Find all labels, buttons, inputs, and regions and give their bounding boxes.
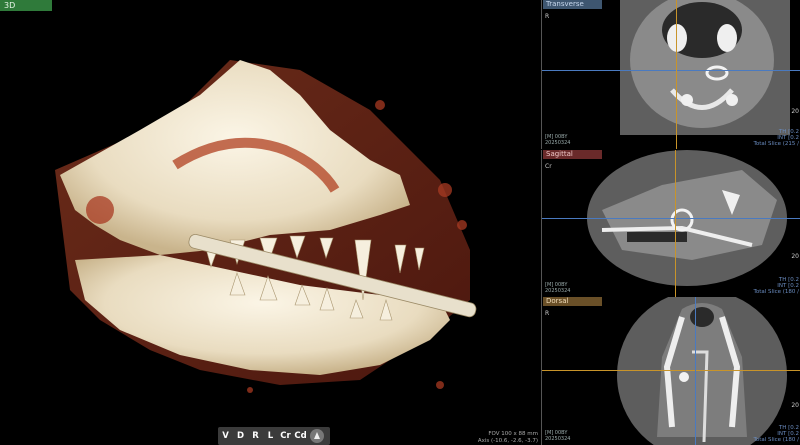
- orientation-label: Cr: [545, 163, 552, 170]
- transverse-viewport[interactable]: Transverse R 20 [M] 00BY 20250324 TH [0.…: [541, 0, 800, 149]
- tab-dorsal[interactable]: Dorsal: [543, 297, 602, 306]
- horizontal-crosshair[interactable]: [542, 218, 800, 219]
- orientation-cube-icon[interactable]: [310, 429, 324, 443]
- view-caudal-button[interactable]: Cd: [293, 431, 308, 441]
- horizontal-crosshair[interactable]: [542, 70, 800, 71]
- study-info: [M] 00BY 20250324: [545, 282, 571, 294]
- side-value: 20: [791, 402, 799, 409]
- view-dorsal-button[interactable]: D: [233, 431, 248, 441]
- vertical-crosshair[interactable]: [695, 297, 696, 445]
- slice-info: TH [0.2 INT [0.2 Total Slice (180 /: [753, 277, 799, 295]
- view-cranial-button[interactable]: Cr: [278, 431, 293, 441]
- vertical-crosshair[interactable]: [675, 150, 676, 297]
- slice-info: TH [0.2 INT [0.2 Total Slice (215 /: [753, 129, 799, 147]
- study-info: [M] 00BY 20250324: [545, 134, 571, 146]
- vertical-crosshair[interactable]: [676, 0, 677, 149]
- slice-info: TH [0.2 INT [0.2 Total Slice (180 /: [753, 425, 799, 443]
- dorsal-ct-image: [617, 297, 787, 445]
- dorsal-viewport[interactable]: Dorsal R 20 [M] 00BY 20250324 TH [0.2 IN…: [541, 297, 800, 445]
- side-value: 20: [791, 108, 799, 115]
- tab-sagittal[interactable]: Sagittal: [543, 150, 602, 159]
- 3d-viewport[interactable]: 3D V D R L Cr Cd FOV 100 x 88 mm Axis (-…: [0, 0, 541, 445]
- sagittal-viewport[interactable]: Sagittal Cr 20 [M] 00BY 20250324 TH [0.2…: [541, 150, 800, 297]
- tab-transverse[interactable]: Transverse: [543, 0, 602, 9]
- transverse-ct-image: [620, 0, 790, 135]
- view-ventral-button[interactable]: V: [218, 431, 233, 441]
- sagittal-ct-image: [587, 150, 787, 286]
- study-info: [M] 00BY 20250324: [545, 430, 571, 442]
- horizontal-crosshair[interactable]: [542, 370, 800, 371]
- view-left-button[interactable]: L: [263, 431, 278, 441]
- orientation-label: R: [545, 13, 550, 20]
- side-value: 20: [791, 253, 799, 260]
- fov-info: FOV 100 x 88 mm Axis (-10.6, -2.6, -3.7): [477, 431, 538, 444]
- view-right-button[interactable]: R: [248, 431, 263, 441]
- orientation-label: R: [545, 310, 550, 317]
- skull-3d-render: [55, 60, 477, 393]
- view-orientation-toolbar: V D R L Cr Cd: [218, 427, 330, 445]
